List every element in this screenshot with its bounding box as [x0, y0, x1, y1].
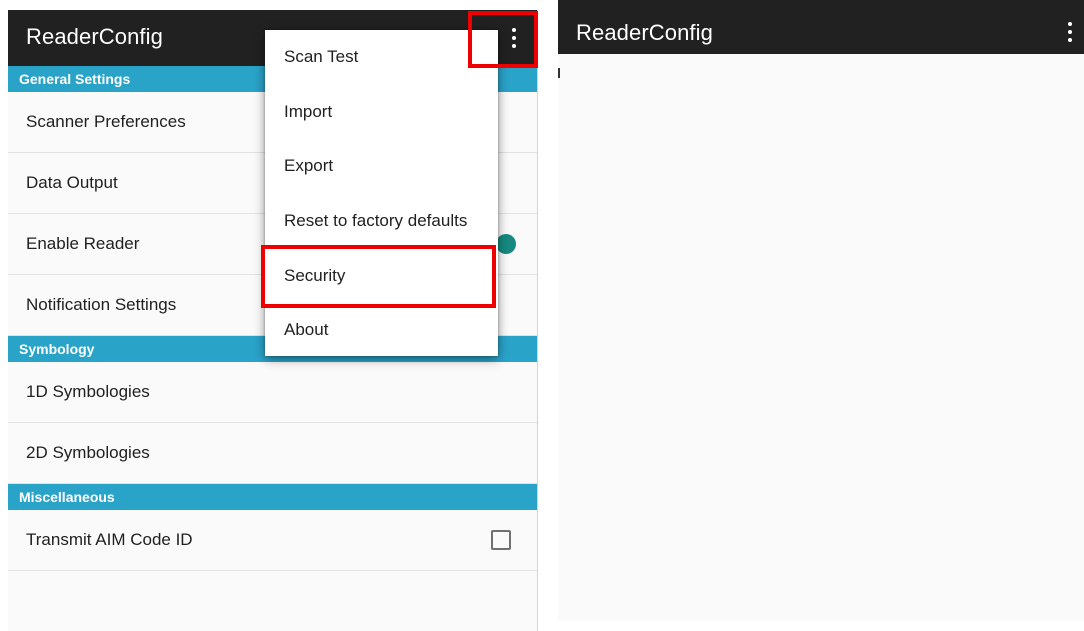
menu-item-reset-factory-defaults[interactable]: Reset to factory defaults: [265, 194, 498, 249]
app-title-right: ReaderConfig: [576, 20, 713, 45]
list-item-2d-symbologies[interactable]: 2D Symbologies: [8, 423, 537, 484]
blank-content-area: [558, 54, 1084, 621]
overflow-menu-icon-right[interactable]: [1058, 14, 1082, 50]
item-label: Enable Reader: [26, 234, 140, 253]
app-title: ReaderConfig: [26, 24, 163, 49]
menu-item-import[interactable]: Import: [265, 85, 498, 140]
menu-item-security[interactable]: Security: [265, 248, 498, 303]
menu-item-about[interactable]: About: [265, 303, 498, 358]
section-header-miscellaneous: Miscellaneous: [8, 484, 537, 510]
item-label: 2D Symbologies: [26, 443, 150, 462]
item-label: Data Output: [26, 173, 118, 192]
menu-item-export[interactable]: Export: [265, 139, 498, 194]
overflow-menu-icon[interactable]: [502, 20, 526, 56]
list-item-transmit-aim-code-id[interactable]: Transmit AIM Code ID: [8, 510, 537, 571]
item-label: 1D Symbologies: [26, 382, 150, 401]
list-item-1d-symbologies[interactable]: 1D Symbologies: [8, 362, 537, 423]
menu-item-scan-test[interactable]: Scan Test: [265, 30, 498, 85]
item-label: Transmit AIM Code ID: [26, 530, 193, 549]
overflow-menu: Scan Test Import Export Reset to factory…: [265, 30, 498, 356]
edge-artifact: [558, 68, 560, 78]
item-label: Scanner Preferences: [26, 112, 186, 131]
transmit-aim-checkbox[interactable]: [491, 530, 511, 550]
enable-reader-toggle[interactable]: [496, 234, 516, 254]
app-bar-right: ReaderConfig: [558, 0, 1084, 54]
right-screen: ReaderConfig: [558, 0, 1084, 621]
item-label: Notification Settings: [26, 295, 177, 314]
